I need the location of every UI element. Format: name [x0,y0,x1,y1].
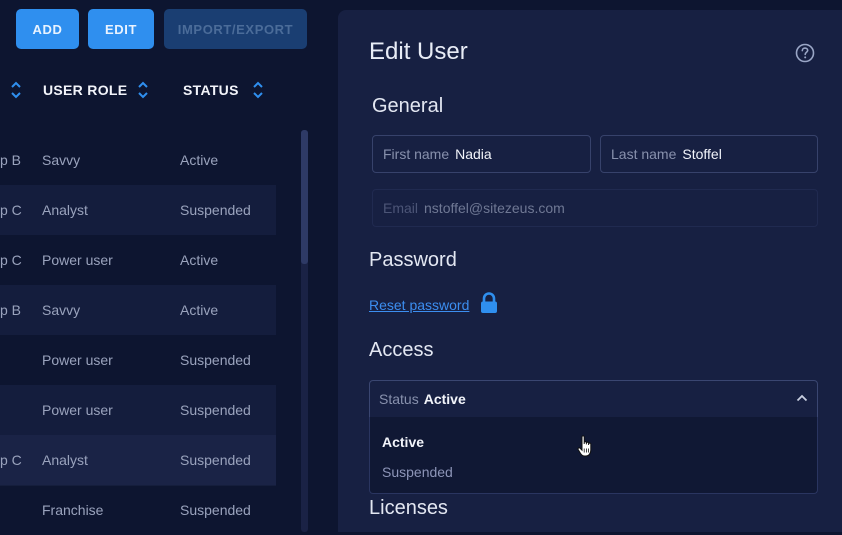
access-heading: Access [369,339,434,361]
role-cell: Power user [42,252,113,268]
status-option-active[interactable]: Active [382,434,424,450]
role-cell: Analyst [42,452,88,468]
table-row[interactable]: p C Power user Active [0,235,276,285]
status-select-value: Active [423,391,466,407]
status-cell: Suspended [180,202,251,218]
chevron-up-icon[interactable] [796,393,808,403]
group-cell: p B [0,152,22,168]
sort-icon[interactable] [137,80,149,100]
email-label: Email [383,200,419,216]
sort-icon[interactable] [252,80,264,100]
lock-icon [481,292,497,313]
last-name-value: Stoffel [682,146,722,162]
group-cell: p C [0,252,22,268]
role-cell: Power user [42,352,113,368]
status-cell: Suspended [180,352,251,368]
group-cell: p B [0,302,22,318]
table-row[interactable]: p C Analyst Suspended [0,185,276,235]
table-row[interactable]: p C Analyst Suspended [0,435,276,485]
column-header-status[interactable]: STATUS [183,80,264,100]
status-cell: Active [180,302,219,318]
status-header-label: STATUS [183,82,239,98]
table-row[interactable]: Power user Suspended [0,385,276,435]
status-cell: Suspended [180,402,251,418]
status-cell: Active [180,252,219,268]
panel-title: Edit User [369,38,468,65]
help-circle-icon[interactable] [795,43,815,63]
status-cell: Suspended [180,502,251,518]
role-cell: Analyst [42,202,88,218]
last-name-field[interactable]: Last name Stoffel [600,135,818,173]
user-role-header-label: USER ROLE [43,82,128,98]
role-cell: Savvy [42,152,81,168]
reset-password-link[interactable]: Reset password [369,297,469,313]
first-name-label: First name [383,146,450,162]
hand-pointer-cursor-icon [577,435,592,457]
first-name-field[interactable]: First name Nadia [372,135,591,173]
first-name-value: Nadia [455,146,492,162]
last-name-label: Last name [611,146,677,162]
role-cell: Power user [42,402,113,418]
table-scrollbar-thumb[interactable] [301,130,308,264]
password-heading: Password [369,249,457,271]
email-field: Email nstoffel@sitezeus.com [372,189,818,227]
table-row[interactable]: p B Savvy Active [0,135,276,185]
column-header-user-role[interactable]: USER ROLE [43,80,149,100]
table-row[interactable]: Franchise Suspended [0,485,276,535]
group-cell: p C [0,202,22,218]
role-cell: Savvy [42,302,81,318]
status-cell: Suspended [180,452,251,468]
edit-button[interactable]: EDIT [88,9,154,49]
table-row[interactable]: p B Savvy Active [0,285,276,335]
status-option-suspended[interactable]: Suspended [382,464,453,480]
table-row[interactable]: Power user Suspended [0,335,276,385]
role-cell: Franchise [42,502,104,518]
status-select-label: Status [379,391,419,407]
status-select[interactable]: Status Active [369,380,818,418]
status-cell: Active [180,152,219,168]
sort-icon[interactable] [10,80,22,100]
add-button[interactable]: ADD [16,9,79,49]
group-cell: p C [0,452,22,468]
import-export-button[interactable]: IMPORT/EXPORT [164,9,307,49]
licenses-heading: Licenses [369,497,448,519]
general-heading: General [372,95,444,117]
email-value: nstoffel@sitezeus.com [424,200,565,216]
